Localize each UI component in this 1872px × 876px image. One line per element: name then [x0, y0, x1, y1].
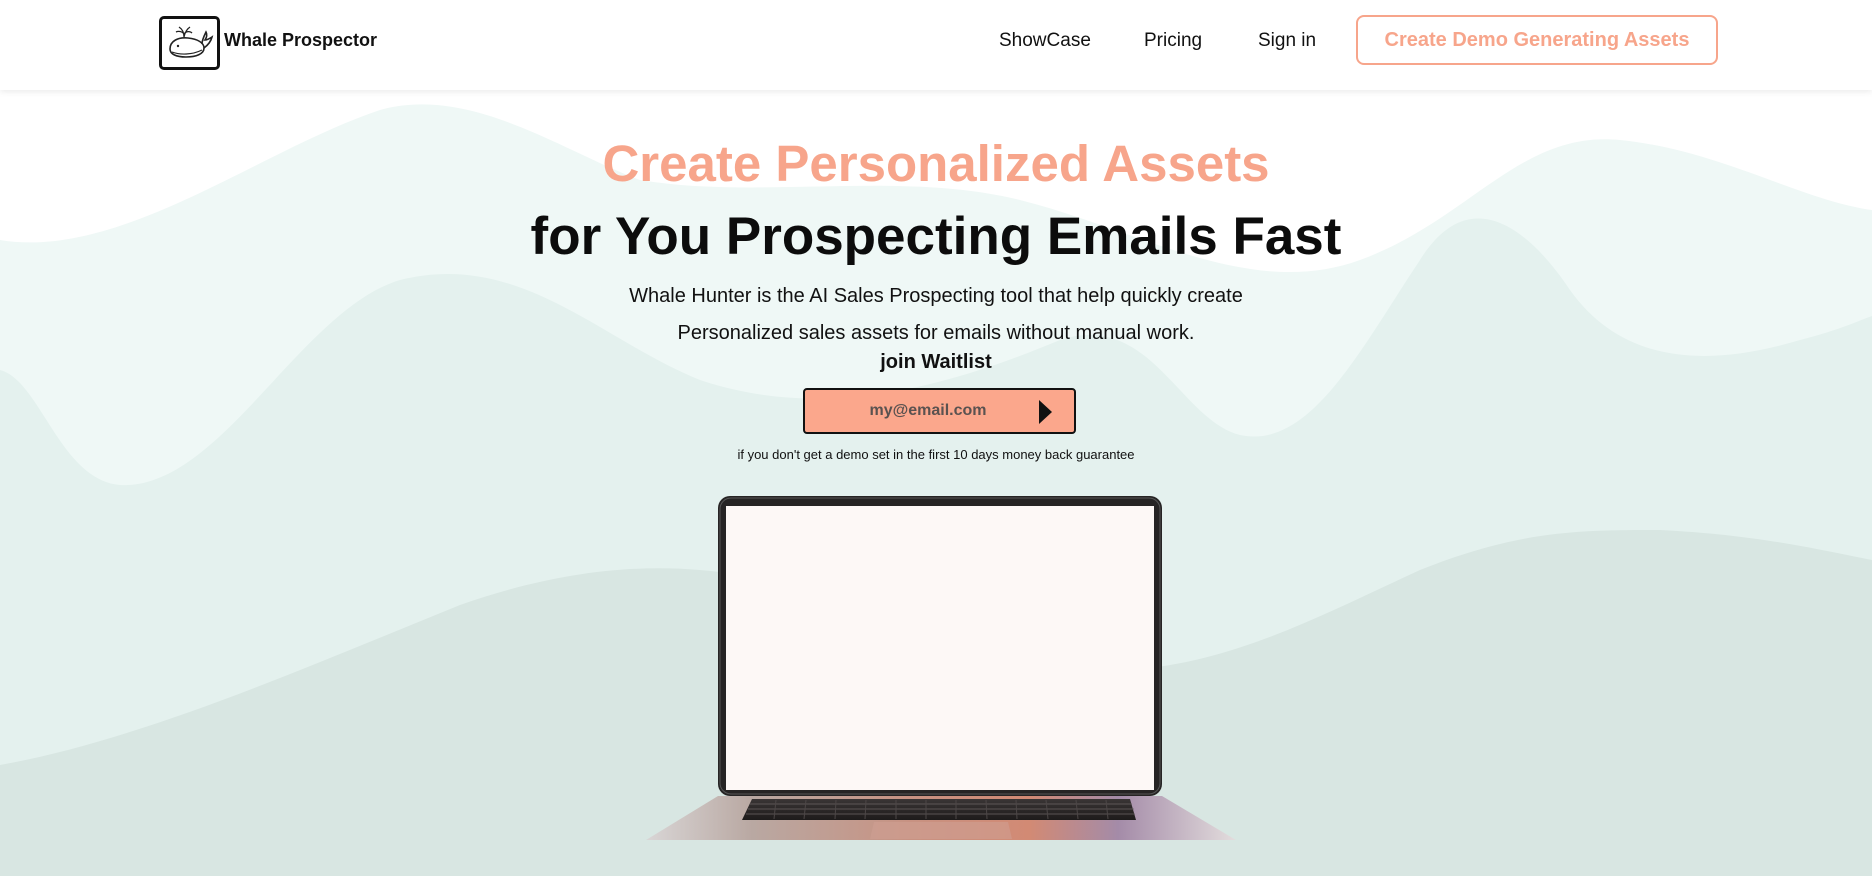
hero-title-accent: Create Personalized Assets [602, 135, 1270, 192]
waitlist-label: join Waitlist [880, 351, 992, 373]
laptop-screen [726, 506, 1154, 790]
whale-icon [169, 26, 214, 58]
hero-title: for You Prospecting Emails Fast [530, 207, 1342, 266]
top-navbar: Whale Prospector ShowCase Pricing Sign i… [0, 0, 1872, 90]
brand-logo[interactable] [159, 16, 220, 70]
nav-link-sign-in[interactable]: Sign in [1258, 30, 1316, 52]
play-arrow-icon[interactable] [1039, 400, 1052, 424]
brand-name[interactable]: Whale Prospector [224, 30, 377, 51]
hero-description: Whale Hunter is the AI Sales Prospecting… [536, 278, 1336, 352]
waitlist-form [803, 388, 1076, 434]
laptop-mockup [646, 494, 1236, 842]
nav-link-showcase[interactable]: ShowCase [999, 30, 1091, 52]
hero-description-line-2: Personalized sales assets for emails wit… [677, 322, 1195, 344]
laptop-trackpad [870, 822, 1012, 839]
nav-link-pricing[interactable]: Pricing [1144, 30, 1202, 52]
email-input[interactable] [805, 390, 1035, 432]
create-demo-button[interactable]: Create Demo Generating Assets [1356, 15, 1718, 65]
hero-description-line-1: Whale Hunter is the AI Sales Prospecting… [629, 285, 1243, 307]
guarantee-note: if you don't get a demo set in the first… [737, 447, 1135, 462]
